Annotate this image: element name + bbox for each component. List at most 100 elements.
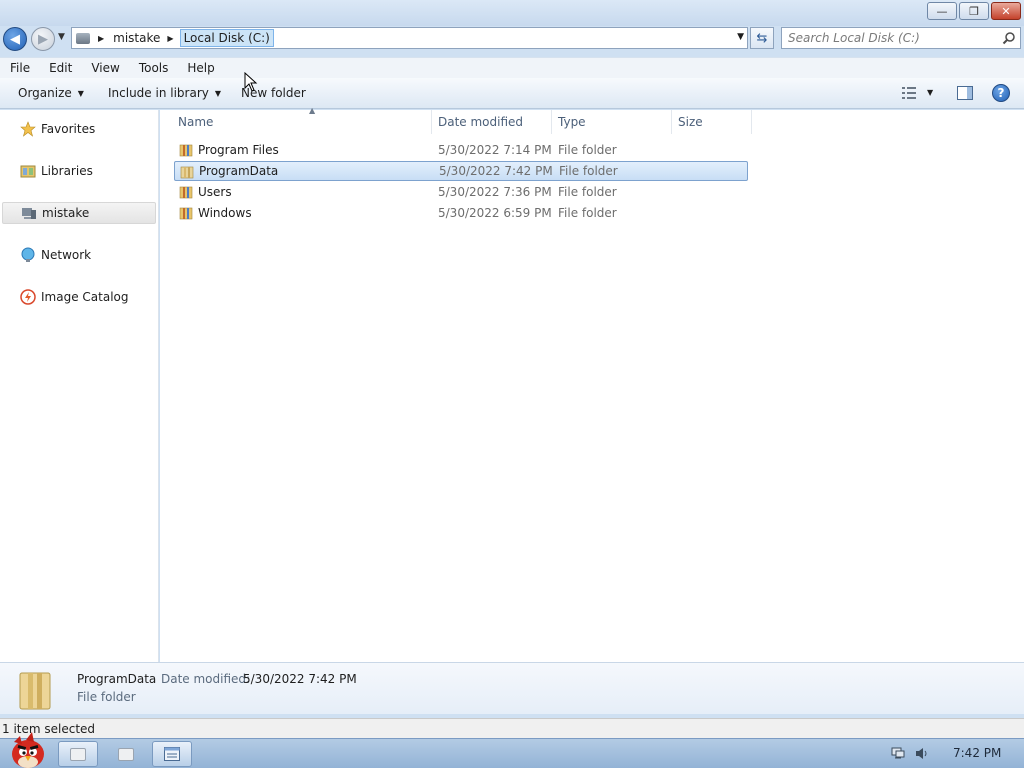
column-header-name[interactable]: ▲ Name xyxy=(172,106,432,134)
column-header-type[interactable]: Type xyxy=(552,110,672,134)
search-box[interactable] xyxy=(781,27,1021,49)
nav-libraries[interactable]: Libraries xyxy=(2,160,156,182)
forward-button[interactable]: ▶ xyxy=(31,27,55,51)
clock[interactable]: 7:42 PM xyxy=(953,746,1001,760)
details-pane: ProgramData Date modified: 5/30/2022 7:4… xyxy=(0,662,1024,714)
network-tray-icon[interactable] xyxy=(891,747,905,760)
file-type: File folder xyxy=(558,185,617,199)
details-date-label: Date modified: xyxy=(161,672,251,686)
file-name: Windows xyxy=(198,206,252,220)
file-date: 5/30/2022 6:59 PM xyxy=(438,206,552,220)
chevron-down-icon: ▼ xyxy=(77,88,84,98)
window-icon xyxy=(70,747,86,761)
details-item-name: ProgramData xyxy=(77,672,157,686)
menu-bar: File Edit View Tools Help xyxy=(0,57,1024,78)
details-item-type: File folder xyxy=(77,690,136,704)
file-row-windows[interactable]: Windows 5/30/2022 6:59 PM File folder xyxy=(174,203,748,223)
column-header-label: Size xyxy=(678,115,703,129)
menu-tools[interactable]: Tools xyxy=(129,61,178,75)
view-options-icon[interactable] xyxy=(902,86,916,100)
view-dropdown-icon[interactable]: ▼ xyxy=(927,88,933,97)
network-icon xyxy=(21,247,35,262)
taskbar-button-explorer[interactable] xyxy=(152,741,192,767)
menu-help[interactable]: Help xyxy=(177,61,223,75)
computer-icon xyxy=(72,28,94,48)
taskbar-button-app1[interactable] xyxy=(58,741,98,767)
navigation-pane: Favorites Libraries mistake Network Imag… xyxy=(0,110,159,662)
close-button[interactable]: ✕ xyxy=(991,2,1021,20)
folder-icon xyxy=(179,186,193,199)
folder-icon xyxy=(179,207,193,220)
address-row: ◀ ▶ ▼ ▶ mistake ▶ Local Disk (C:) ▼ ⇆ xyxy=(0,26,1024,52)
refresh-button[interactable]: ⇆ xyxy=(750,27,774,49)
folder-icon xyxy=(19,672,51,710)
maximize-button[interactable]: ❐ xyxy=(959,2,989,20)
nav-label: Image Catalog xyxy=(41,290,129,304)
mouse-cursor-icon xyxy=(244,72,258,92)
file-type: File folder xyxy=(558,143,617,157)
nav-network[interactable]: Network xyxy=(2,244,156,266)
window-icon xyxy=(118,747,134,761)
breadcrumb-separator-icon[interactable]: ▶ xyxy=(98,34,104,43)
folder-icon xyxy=(180,166,194,179)
column-header-size[interactable]: Size xyxy=(672,110,752,134)
organize-button[interactable]: Organize ▼ xyxy=(18,86,84,100)
organize-label: Organize xyxy=(18,86,72,100)
include-in-library-button[interactable]: Include in library ▼ xyxy=(108,86,221,100)
sort-ascending-icon: ▲ xyxy=(309,106,316,115)
nav-label: Libraries xyxy=(41,164,93,178)
forward-arrow-icon: ▶ xyxy=(38,31,48,47)
file-date: 5/30/2022 7:36 PM xyxy=(438,185,552,199)
nav-label: Network xyxy=(41,248,92,262)
computer-icon xyxy=(22,208,36,219)
nav-label: Favorites xyxy=(41,122,96,136)
start-orb-icon[interactable] xyxy=(4,732,48,768)
column-header-label: Type xyxy=(558,115,586,129)
nav-favorites[interactable]: Favorites xyxy=(2,118,156,140)
file-name: Users xyxy=(198,185,232,199)
back-arrow-icon: ◀ xyxy=(10,31,20,47)
menu-file[interactable]: File xyxy=(0,61,39,75)
preview-pane-icon[interactable] xyxy=(957,86,973,100)
status-bar: 1 item selected xyxy=(0,718,1024,738)
minimize-button[interactable]: — xyxy=(927,2,957,20)
menu-view[interactable]: View xyxy=(81,61,128,75)
file-row-programdata[interactable]: ProgramData 5/30/2022 7:42 PM File folde… xyxy=(174,161,748,181)
window-controls: — ❐ ✕ xyxy=(927,2,1021,20)
column-header-label: Name xyxy=(178,115,214,129)
file-row-program-files[interactable]: Program Files 5/30/2022 7:14 PM File fol… xyxy=(174,140,748,160)
explorer-window-icon xyxy=(164,747,180,761)
taskbar-button-app2[interactable] xyxy=(106,741,146,767)
image-catalog-icon xyxy=(20,289,36,305)
file-type: File folder xyxy=(559,164,618,178)
recent-pages-dropdown[interactable]: ▼ xyxy=(58,32,65,42)
file-type: File folder xyxy=(558,206,617,220)
column-header-label: Date modified xyxy=(438,115,524,129)
breadcrumb-local-disk[interactable]: Local Disk (C:) xyxy=(179,29,274,47)
command-bar: Organize ▼ Include in library ▼ New fold… xyxy=(0,78,1024,109)
breadcrumb-mistake[interactable]: mistake xyxy=(110,30,163,46)
refresh-icon: ⇆ xyxy=(756,30,768,46)
column-header-date[interactable]: Date modified xyxy=(432,110,552,134)
menu-edit[interactable]: Edit xyxy=(39,61,81,75)
taskbar: 7:42 PM xyxy=(0,732,1024,768)
chevron-down-icon: ▼ xyxy=(214,88,222,98)
search-input[interactable] xyxy=(788,30,998,46)
favorites-star-icon xyxy=(20,121,36,137)
nav-mistake[interactable]: mistake xyxy=(2,202,156,224)
file-row-users[interactable]: Users 5/30/2022 7:36 PM File folder xyxy=(174,182,748,202)
address-dropdown-icon[interactable]: ▼ xyxy=(737,32,744,42)
details-date-value: 5/30/2022 7:42 PM xyxy=(243,672,357,686)
include-in-library-label: Include in library xyxy=(108,86,209,100)
file-date: 5/30/2022 7:42 PM xyxy=(439,164,553,178)
nav-label: mistake xyxy=(42,206,90,220)
back-button[interactable]: ◀ xyxy=(3,27,27,51)
search-icon[interactable] xyxy=(1002,31,1016,45)
help-icon[interactable]: ? xyxy=(992,84,1010,102)
libraries-icon xyxy=(20,165,36,178)
nav-image-catalog[interactable]: Image Catalog xyxy=(2,286,156,308)
address-bar[interactable]: ▶ mistake ▶ Local Disk (C:) ▼ xyxy=(71,27,748,49)
volume-tray-icon[interactable] xyxy=(915,747,929,760)
file-list: ▲ Name Date modified Type Size Program F… xyxy=(160,106,1024,662)
breadcrumb-separator-icon[interactable]: ▶ xyxy=(167,34,173,43)
